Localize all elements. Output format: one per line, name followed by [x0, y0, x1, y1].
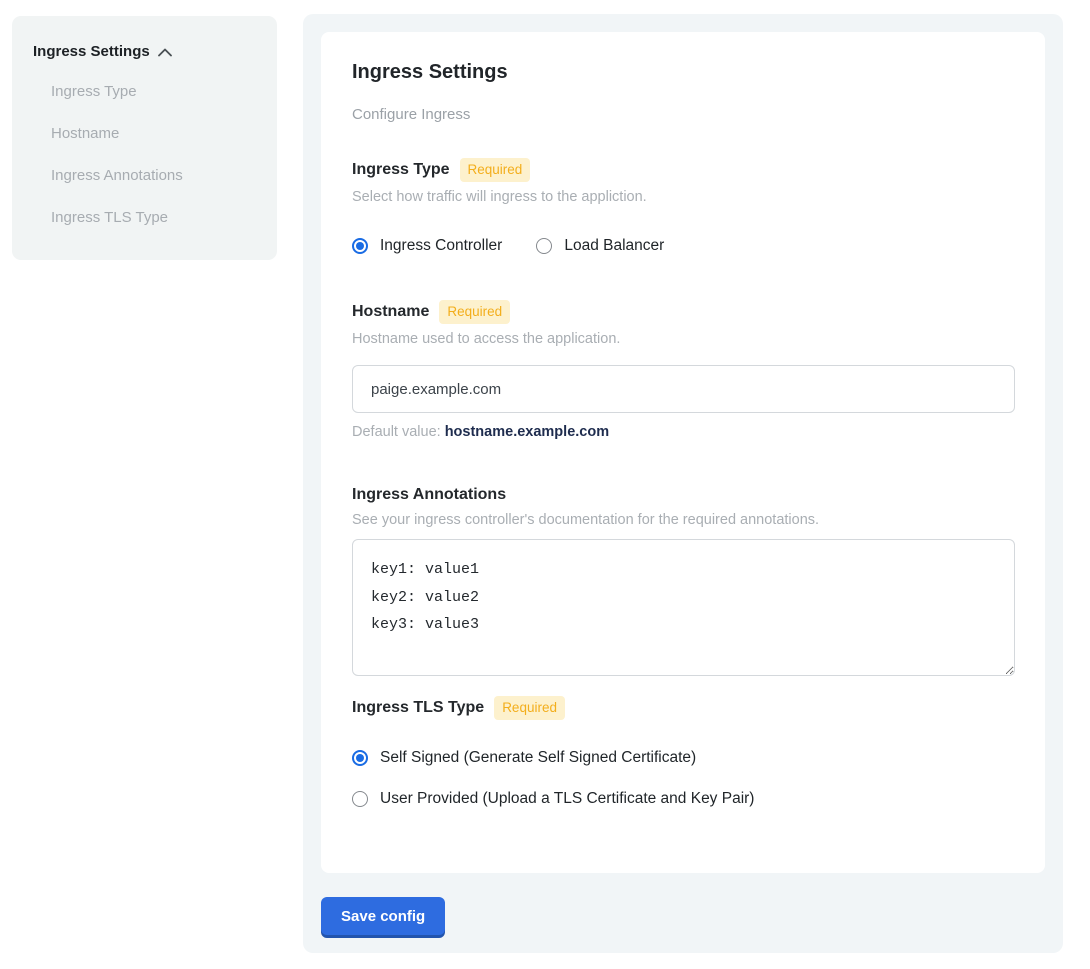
- radio-label: Self Signed (Generate Self Signed Certif…: [380, 748, 696, 768]
- hostname-default-line: Default value: hostname.example.com: [352, 424, 1015, 441]
- ingress-tls-type-label: Ingress TLS Type: [352, 698, 484, 718]
- field-group-ingress-annotations: Ingress Annotations See your ingress con…: [352, 485, 1015, 676]
- hostname-label: Hostname: [352, 302, 429, 322]
- ingress-annotations-description: See your ingress controller's documentat…: [352, 512, 1015, 529]
- field-header: Ingress Annotations: [352, 485, 1015, 505]
- sidebar-item-ingress-tls-type[interactable]: Ingress TLS Type: [51, 208, 259, 228]
- page-title: Ingress Settings: [352, 60, 1015, 84]
- radio-label: Load Balancer: [564, 236, 664, 256]
- radio-icon[interactable]: [352, 750, 368, 766]
- field-header: Hostname Required: [352, 300, 1015, 324]
- field-group-hostname: Hostname Required Hostname used to acces…: [352, 300, 1015, 441]
- radio-option-self-signed[interactable]: Self Signed (Generate Self Signed Certif…: [352, 748, 1015, 768]
- field-group-ingress-type: Ingress Type Required Select how traffic…: [352, 158, 1015, 256]
- radio-option-ingress-controller[interactable]: Ingress Controller: [352, 236, 502, 256]
- field-group-ingress-tls-type: Ingress TLS Type Required Self Signed (G…: [352, 696, 1015, 809]
- chevron-up-icon: [158, 48, 172, 57]
- page-subtitle: Configure Ingress: [352, 106, 1015, 124]
- hostname-input[interactable]: [352, 365, 1015, 413]
- radio-icon[interactable]: [536, 238, 552, 254]
- ingress-annotations-label: Ingress Annotations: [352, 485, 506, 505]
- radio-icon[interactable]: [352, 791, 368, 807]
- ingress-annotations-textarea[interactable]: key1: value1 key2: value2 key3: value3: [352, 539, 1015, 676]
- radio-icon[interactable]: [352, 238, 368, 254]
- default-value-text: hostname.example.com: [445, 424, 609, 440]
- sidebar-section-ingress-settings[interactable]: Ingress Settings: [33, 42, 259, 62]
- sidebar-item-ingress-type[interactable]: Ingress Type: [51, 82, 259, 102]
- radio-label: User Provided (Upload a TLS Certificate …: [380, 789, 754, 809]
- radio-option-user-provided[interactable]: User Provided (Upload a TLS Certificate …: [352, 789, 1015, 809]
- ingress-tls-type-radio-group: Self Signed (Generate Self Signed Certif…: [352, 748, 1015, 809]
- radio-option-load-balancer[interactable]: Load Balancer: [536, 236, 664, 256]
- required-badge: Required: [460, 158, 531, 182]
- main-panel: Ingress Settings Configure Ingress Ingre…: [303, 14, 1063, 953]
- ingress-type-radio-group: Ingress Controller Load Balancer: [352, 236, 1015, 256]
- save-config-button[interactable]: Save config: [321, 897, 445, 935]
- ingress-type-description: Select how traffic will ingress to the a…: [352, 189, 1015, 206]
- radio-label: Ingress Controller: [380, 236, 502, 256]
- sidebar-item-hostname[interactable]: Hostname: [51, 124, 259, 144]
- field-header: Ingress Type Required: [352, 158, 1015, 182]
- hostname-description: Hostname used to access the application.: [352, 331, 1015, 348]
- required-badge: Required: [439, 300, 510, 324]
- settings-sidebar: Ingress Settings Ingress Type Hostname I…: [12, 16, 277, 260]
- ingress-type-label: Ingress Type: [352, 160, 450, 180]
- page: Ingress Settings Ingress Type Hostname I…: [0, 0, 1090, 969]
- sidebar-item-ingress-annotations[interactable]: Ingress Annotations: [51, 166, 259, 186]
- field-header: Ingress TLS Type Required: [352, 696, 1015, 720]
- default-value-label: Default value:: [352, 424, 441, 440]
- ingress-settings-card: Ingress Settings Configure Ingress Ingre…: [321, 32, 1045, 873]
- required-badge: Required: [494, 696, 565, 720]
- sidebar-item-list: Ingress Type Hostname Ingress Annotation…: [33, 82, 259, 228]
- sidebar-section-label: Ingress Settings: [33, 42, 150, 62]
